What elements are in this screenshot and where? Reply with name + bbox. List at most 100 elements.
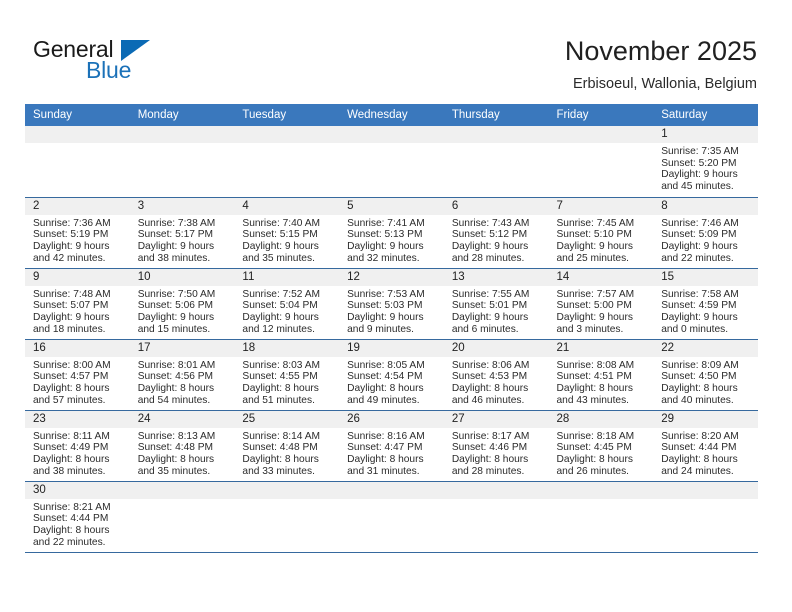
calendar-header-row: Sunday Monday Tuesday Wednesday Thursday… bbox=[25, 104, 758, 126]
calendar-day-cell[interactable]: 24 Sunrise: 8:13 AM Sunset: 4:48 PM Dayligh… bbox=[129, 410, 235, 482]
day-cell-content bbox=[129, 481, 235, 552]
calendar-day-cell[interactable]: 9 Sunrise: 7:48 AM Sunset: 5:07 PM Daylight… bbox=[25, 268, 130, 340]
calendar-day-cell[interactable]: 2 Sunrise: 7:36 AM Sunset: 5:19 PM Daylight… bbox=[25, 197, 130, 269]
calendar-day-cell[interactable]: 29 Sunrise: 8:20 AM Sunset: 4:44 PM Dayligh… bbox=[653, 410, 758, 482]
calendar-day-cell[interactable]: 17 Sunrise: 8:01 AM Sunset: 4:56 PM Dayligh… bbox=[129, 339, 235, 411]
sunrise-text: Sunrise: 7:35 AM bbox=[661, 146, 739, 157]
calendar-week-row: 2 Sunrise: 7:36 AM Sunset: 5:19 PM Daylight… bbox=[25, 197, 758, 269]
sunrise-text: Sunrise: 8:13 AM bbox=[137, 430, 216, 442]
calendar-day-cell[interactable]: 25 Sunrise: 8:14 AM Sunset: 4:48 PM Dayligh… bbox=[234, 410, 340, 482]
day-cell-content: 15 Sunrise: 7:58 AM Sunset: 4:59 PM Dayligh… bbox=[653, 268, 758, 339]
daylight-text-line2: and 28 minutes. bbox=[451, 252, 525, 264]
day-number: 3 bbox=[129, 197, 235, 215]
calendar-day-cell[interactable]: 5 Sunrise: 7:41 AM Sunset: 5:13 PM Daylight… bbox=[339, 197, 444, 269]
day-cell-content: 22 Sunrise: 8:09 AM Sunset: 4:50 PM Dayligh… bbox=[653, 339, 758, 410]
daylight-text-line2: and 0 minutes. bbox=[661, 323, 729, 335]
daylight-text-line1: Daylight: 8 hours bbox=[556, 382, 633, 394]
day-cell-content: 29 Sunrise: 8:20 AM Sunset: 4:44 PM Dayligh… bbox=[653, 410, 758, 481]
brand-logo[interactable]: General Blue bbox=[33, 36, 173, 88]
page-header: General Blue November 2025 Erbisoeul, Wa… bbox=[0, 0, 792, 100]
calendar-day-cell[interactable]: 13 Sunrise: 7:55 AM Sunset: 5:01 PM Dayligh… bbox=[443, 268, 549, 340]
day-details: Sunrise: 7:57 AM Sunset: 5:00 PM Daylight:… bbox=[549, 286, 654, 336]
sunset-text: Sunset: 4:44 PM bbox=[661, 442, 737, 454]
day-cell-content: 24 Sunrise: 8:13 AM Sunset: 4:48 PM Dayligh… bbox=[129, 410, 235, 481]
calendar-day-cell[interactable]: 30 Sunrise: 8:21 AM Sunset: 4:44 PM Dayligh… bbox=[25, 481, 130, 553]
calendar-day-cell[interactable]: 26 Sunrise: 8:16 AM Sunset: 4:47 PM Dayligh… bbox=[339, 410, 444, 482]
sunrise-text: Sunrise: 7:50 AM bbox=[137, 288, 216, 300]
daylight-text-line1: Daylight: 8 hours bbox=[347, 453, 424, 465]
day-cell-content bbox=[234, 481, 340, 552]
day-number: 22 bbox=[653, 339, 758, 357]
calendar-day-cell[interactable]: 7 Sunrise: 7:45 AM Sunset: 5:10 PM Daylight… bbox=[548, 197, 654, 269]
day-number bbox=[25, 126, 130, 143]
calendar-day-cell[interactable]: 1 Sunrise: 7:35 AM Sunset: 5:20 PM Daylight… bbox=[653, 126, 758, 198]
calendar-day-cell[interactable]: 4 Sunrise: 7:40 AM Sunset: 5:15 PM Daylight… bbox=[234, 197, 340, 269]
daylight-text-line1: Daylight: 8 hours bbox=[661, 382, 738, 394]
day-number: 5 bbox=[339, 197, 444, 215]
day-number: 14 bbox=[548, 268, 654, 286]
sunrise-text: Sunrise: 8:08 AM bbox=[556, 359, 635, 371]
daylight-text-line1: Daylight: 9 hours bbox=[556, 240, 633, 252]
daylight-text-line1: Daylight: 8 hours bbox=[33, 524, 110, 536]
calendar-day-cell[interactable]: 21 Sunrise: 8:08 AM Sunset: 4:51 PM Dayligh… bbox=[548, 339, 654, 411]
daylight-text-line1: Daylight: 8 hours bbox=[347, 382, 424, 394]
daylight-text-line2: and 45 minutes. bbox=[661, 181, 734, 193]
sunset-text: Sunset: 4:46 PM bbox=[451, 442, 528, 454]
calendar-day-cell[interactable]: 28 Sunrise: 8:18 AM Sunset: 4:45 PM Dayligh… bbox=[548, 410, 654, 482]
calendar-day-cell[interactable]: 19 Sunrise: 8:05 AM Sunset: 4:54 PM Dayligh… bbox=[339, 339, 444, 411]
day-details: Sunrise: 8:09 AM Sunset: 4:50 PM Daylight:… bbox=[653, 357, 758, 407]
day-details: Sunrise: 8:17 AM Sunset: 4:46 PM Daylight:… bbox=[444, 428, 549, 478]
calendar-day-cell[interactable]: 11 Sunrise: 7:52 AM Sunset: 5:04 PM Dayligh… bbox=[234, 268, 340, 340]
calendar-day-cell[interactable]: 27 Sunrise: 8:17 AM Sunset: 4:46 PM Dayligh… bbox=[443, 410, 549, 482]
calendar-day-cell[interactable]: 16 Sunrise: 8:00 AM Sunset: 4:57 PM Dayligh… bbox=[25, 339, 130, 411]
calendar-day-cell[interactable]: 12 Sunrise: 7:53 AM Sunset: 5:03 PM Dayligh… bbox=[339, 268, 444, 340]
day-details: Sunrise: 8:18 AM Sunset: 4:45 PM Daylight:… bbox=[549, 428, 654, 478]
calendar-day-cell[interactable]: 20 Sunrise: 8:06 AM Sunset: 4:53 PM Dayligh… bbox=[443, 339, 549, 411]
day-details: Sunrise: 8:11 AM Sunset: 4:49 PM Daylight:… bbox=[25, 428, 130, 478]
day-cell-content bbox=[653, 481, 758, 552]
day-cell-content bbox=[129, 126, 235, 197]
calendar-day-cell[interactable]: 14 Sunrise: 7:57 AM Sunset: 5:00 PM Dayligh… bbox=[548, 268, 654, 340]
daylight-text-line2: and 43 minutes. bbox=[556, 394, 630, 406]
day-cell-content: 5 Sunrise: 7:41 AM Sunset: 5:13 PM Daylight… bbox=[339, 197, 444, 268]
day-details: Sunrise: 7:46 AM Sunset: 5:09 PM Daylight:… bbox=[653, 215, 758, 265]
day-cell-content bbox=[548, 481, 654, 552]
day-cell-content: 10 Sunrise: 7:50 AM Sunset: 5:06 PM Dayligh… bbox=[129, 268, 235, 339]
sunset-text: Sunset: 4:56 PM bbox=[137, 371, 214, 383]
calendar-day-cell bbox=[653, 481, 758, 553]
weekday-header-monday: Monday bbox=[129, 104, 235, 126]
calendar-day-cell[interactable]: 15 Sunrise: 7:58 AM Sunset: 4:59 PM Dayligh… bbox=[653, 268, 758, 340]
sunset-text: Sunset: 5:01 PM bbox=[451, 300, 528, 312]
day-details: Sunrise: 7:58 AM Sunset: 4:59 PM Daylight:… bbox=[653, 286, 758, 336]
calendar-day-cell[interactable]: 6 Sunrise: 7:43 AM Sunset: 5:12 PM Daylight… bbox=[443, 197, 549, 269]
day-number bbox=[129, 481, 235, 499]
daylight-text-line2: and 28 minutes. bbox=[451, 465, 525, 477]
sunset-text: Sunset: 5:12 PM bbox=[451, 229, 528, 241]
sunset-text: Sunset: 5:04 PM bbox=[242, 300, 318, 312]
day-cell-content: 8 Sunrise: 7:46 AM Sunset: 5:09 PM Daylight… bbox=[653, 197, 758, 268]
calendar-page: General Blue November 2025 Erbisoeul, Wa… bbox=[0, 0, 792, 612]
daylight-text-line1: Daylight: 9 hours bbox=[556, 311, 633, 323]
day-cell-content: 3 Sunrise: 7:38 AM Sunset: 5:17 PM Daylight… bbox=[129, 197, 235, 268]
calendar-day-cell[interactable]: 3 Sunrise: 7:38 AM Sunset: 5:17 PM Daylight… bbox=[129, 197, 235, 269]
daylight-text-line1: Daylight: 9 hours bbox=[347, 311, 424, 323]
calendar-day-cell[interactable]: 10 Sunrise: 7:50 AM Sunset: 5:06 PM Dayligh… bbox=[129, 268, 235, 340]
sunset-text: Sunset: 4:48 PM bbox=[242, 442, 318, 454]
calendar-day-cell[interactable]: 23 Sunrise: 8:11 AM Sunset: 4:49 PM Dayligh… bbox=[25, 410, 130, 482]
sunset-text: Sunset: 4:51 PM bbox=[556, 371, 632, 383]
calendar-day-cell[interactable]: 8 Sunrise: 7:46 AM Sunset: 5:09 PM Daylight… bbox=[653, 197, 758, 269]
calendar-week-row: 30 Sunrise: 8:21 AM Sunset: 4:44 PM Dayligh… bbox=[25, 481, 758, 553]
calendar-day-cell[interactable]: 18 Sunrise: 8:03 AM Sunset: 4:55 PM Dayligh… bbox=[234, 339, 340, 411]
sunrise-text: Sunrise: 8:00 AM bbox=[33, 359, 111, 371]
daylight-text-line1: Daylight: 9 hours bbox=[137, 311, 215, 323]
calendar-day-cell[interactable]: 22 Sunrise: 8:09 AM Sunset: 4:50 PM Dayligh… bbox=[653, 339, 758, 411]
daylight-text-line2: and 38 minutes. bbox=[137, 252, 211, 264]
day-cell-content bbox=[443, 481, 549, 552]
day-cell-content: 4 Sunrise: 7:40 AM Sunset: 5:15 PM Daylight… bbox=[234, 197, 340, 268]
calendar-day-cell bbox=[129, 481, 235, 553]
daylight-text-line2: and 49 minutes. bbox=[347, 394, 420, 406]
daylight-text-line2: and 35 minutes. bbox=[242, 252, 315, 264]
daylight-text-line2: and 18 minutes. bbox=[33, 323, 106, 335]
day-details: Sunrise: 7:50 AM Sunset: 5:06 PM Daylight:… bbox=[130, 286, 235, 336]
daylight-text-line1: Daylight: 8 hours bbox=[451, 453, 529, 465]
